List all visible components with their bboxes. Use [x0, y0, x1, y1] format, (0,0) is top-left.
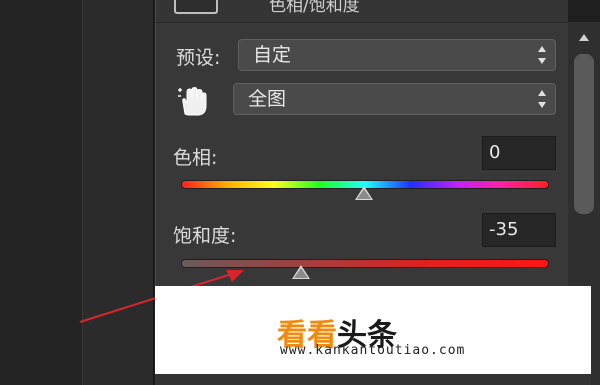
watermark-banner: 看看头条 www.kankantoutiao.com [155, 286, 591, 374]
watermark-url: www.kankantoutiao.com [280, 343, 466, 358]
panel-bottom-strip [155, 374, 591, 385]
